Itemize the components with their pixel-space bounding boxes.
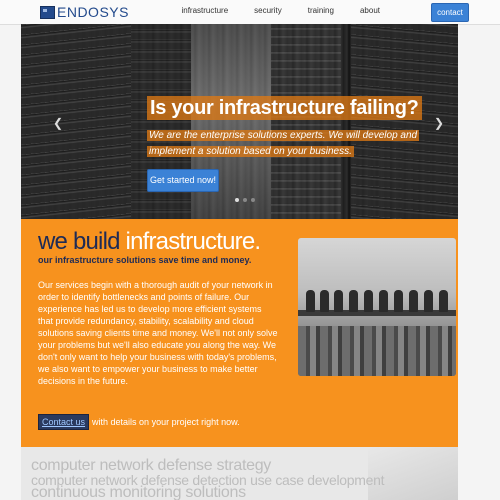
hero-subtitle-line: We are the enterprise solutions experts.…: [147, 130, 420, 141]
hero-title: Is your infrastructure failing?: [147, 96, 422, 120]
worker-figure: [349, 290, 358, 312]
hero-subtitle-line: implement a solution based on your busin…: [147, 146, 354, 157]
section-title-part1: we build: [38, 228, 120, 255]
worker-figure: [409, 290, 418, 312]
workers-on-beam-photo: [298, 238, 456, 376]
chevron-right-icon[interactable]: ❯: [434, 116, 444, 130]
worker-figure: [334, 290, 343, 312]
logo-icon: [40, 5, 55, 19]
city-skyline: [298, 326, 456, 376]
worker-figure: [394, 290, 403, 312]
worker-figure: [424, 290, 433, 312]
logo[interactable]: ENDOSYS: [40, 5, 129, 19]
hero-background-rack: [271, 24, 341, 219]
top-navbar: ENDOSYS infrastructure security training…: [0, 0, 500, 25]
nav-item-training[interactable]: training: [308, 6, 334, 15]
hero-carousel: ❮ ❯ Is your infrastructure failing? We a…: [21, 24, 458, 219]
section-subtitle: our infrastructure solutions save time a…: [38, 255, 252, 265]
services-section: computer network defense strategy comput…: [21, 447, 458, 500]
logo-text: ENDOSYS: [57, 4, 129, 20]
worker-figure: [320, 290, 329, 312]
carousel-dot[interactable]: [243, 198, 247, 202]
chevron-left-icon[interactable]: ❮: [53, 116, 63, 130]
carousel-dot[interactable]: [251, 198, 255, 202]
nav-item-security[interactable]: security: [254, 6, 282, 15]
worker-figure: [379, 290, 388, 312]
carousel-indicators: [235, 198, 255, 202]
section-title: we build infrastructure.: [38, 228, 262, 255]
hero-subtitle: We are the enterprise solutions experts.…: [147, 128, 427, 160]
contact-row-text: with details on your project right now.: [92, 417, 240, 427]
nav-item-infrastructure[interactable]: infrastructure: [181, 6, 228, 15]
service-item[interactable]: computer network defense strategy: [31, 458, 271, 474]
contact-us-link[interactable]: Contact us: [38, 414, 90, 430]
contact-button[interactable]: contact: [431, 3, 469, 22]
nav-item-about[interactable]: about: [360, 6, 380, 15]
get-started-button[interactable]: Get started now!: [147, 169, 219, 192]
we-build-section: we build infrastructure. our infrastruct…: [21, 219, 458, 447]
contact-row: Contact us with details on your project …: [38, 414, 240, 430]
section-title-part2: infrastructure.: [125, 228, 262, 255]
section-body: Our services begin with a thorough audit…: [38, 280, 278, 386]
worker-figure: [306, 290, 315, 312]
hero-background-rack: [21, 24, 131, 219]
main-menu: infrastructure security training about: [155, 6, 380, 15]
carousel-dot[interactable]: [235, 198, 239, 202]
worker-figure: [439, 290, 448, 312]
service-item[interactable]: continuous monitoring solutions: [31, 485, 246, 500]
worker-figure: [364, 290, 373, 312]
